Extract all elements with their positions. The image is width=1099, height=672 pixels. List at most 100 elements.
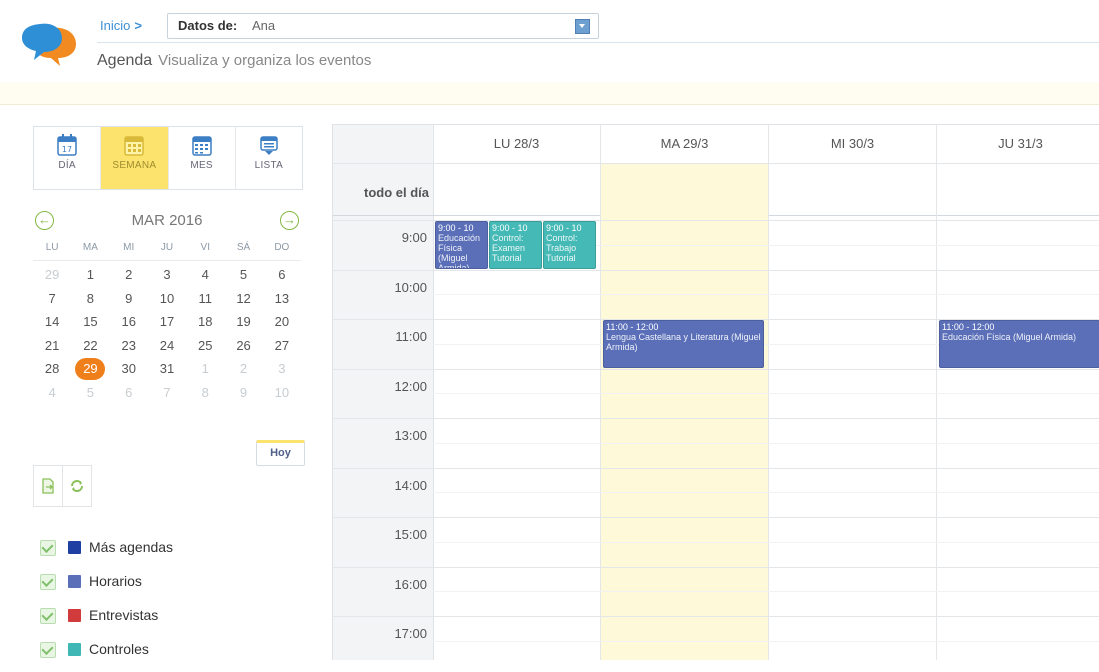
legend-checkbox[interactable] [40, 642, 56, 658]
breadcrumb-home-label[interactable]: Inicio [100, 18, 130, 33]
event-time: 9:00 - 10 [492, 223, 528, 233]
mini-calendar-day[interactable]: 15 [71, 310, 109, 334]
view-day-button[interactable]: 17 DÍA [34, 127, 102, 189]
mini-calendar-day[interactable]: 13 [263, 287, 301, 311]
today-button[interactable]: Hoy [256, 440, 305, 466]
mini-calendar-day[interactable]: 1 [186, 357, 224, 381]
mini-calendar-day[interactable]: 5 [71, 381, 109, 405]
page-heading: Agenda Visualiza y organiza los eventos [97, 52, 371, 70]
export-button[interactable] [33, 465, 63, 507]
hour-label: 10:00 [394, 279, 427, 295]
mini-calendar-day[interactable]: 27 [263, 334, 301, 358]
mini-calendar-day[interactable]: 28 [33, 357, 71, 381]
legend-checkbox[interactable] [40, 608, 56, 624]
mini-calendar-day[interactable]: 25 [186, 334, 224, 358]
view-month-button[interactable]: MES [169, 127, 236, 189]
mini-calendar-week: 7 8 9 10 11 12 13 [33, 287, 301, 311]
calendar-event[interactable]: 9:00 - 10 Control: Examen Tutorial [489, 221, 542, 269]
mini-calendar-day[interactable]: 29 [33, 263, 71, 287]
mini-calendar-day[interactable]: 24 [148, 334, 186, 358]
breadcrumb-separator: > [134, 18, 142, 33]
hour-label: 11:00 [395, 329, 427, 344]
weekday-header: LU MA MI JU VI SÁ DO [33, 238, 301, 261]
mini-calendar-day[interactable]: 9 [110, 287, 148, 311]
mini-calendar-day[interactable]: 23 [110, 334, 148, 358]
student-selector[interactable]: Datos de: Ana [167, 13, 599, 39]
refresh-button[interactable] [63, 465, 92, 507]
calendar-event[interactable]: 11:00 - 12:00 Lengua Castellana y Literat… [603, 320, 764, 368]
view-list-button[interactable]: LISTA [236, 127, 302, 189]
mini-calendar-day[interactable]: 12 [224, 287, 262, 311]
all-day-label: todo el día [364, 185, 429, 200]
mini-calendar-day[interactable]: 22 [71, 334, 109, 358]
event-time: 11:00 - 12:00 [942, 322, 995, 332]
day-column-divider [600, 163, 601, 660]
mini-calendar-day[interactable]: 10 [263, 381, 301, 405]
hour-label: 15:00 [394, 527, 427, 542]
mini-calendar-day[interactable]: 17 [148, 310, 186, 334]
mini-calendar-day[interactable]: 8 [71, 287, 109, 311]
view-week-button[interactable]: SEMANA [101, 127, 169, 189]
mini-calendar-day[interactable]: 2 [224, 357, 262, 381]
hour-divider [333, 616, 1099, 617]
weekday-label: MA [82, 242, 98, 253]
calendar-event[interactable]: 9:00 - 10 Control: Trabajo Tutorial [543, 221, 596, 269]
day-column-header[interactable]: LU 28/3 [433, 125, 601, 164]
mini-calendar-day[interactable]: 7 [33, 287, 71, 311]
next-month-arrow-icon[interactable]: → [280, 211, 299, 230]
mini-calendar-day[interactable]: 8 [186, 381, 224, 405]
hour-divider [333, 517, 1099, 518]
mini-calendar-day[interactable]: 19 [224, 310, 262, 334]
mini-calendar-day[interactable]: 1 [71, 263, 109, 287]
calendar-event[interactable]: 9:00 - 10 Educación Física (Miguel Armida… [435, 221, 488, 269]
mini-calendar-day[interactable]: 6 [263, 263, 301, 287]
calendar-event[interactable]: 11:00 - 12:00 Educación Física (Miguel Ar… [939, 320, 1099, 368]
day-column-header[interactable]: MI 30/3 [769, 125, 937, 164]
hour-label: 16:00 [394, 576, 427, 592]
mini-calendar: ← MAR 2016 → LU MA MI JU VI SÁ DO 29 1 2 3 4 5 6 7 8 9 10… [33, 208, 301, 404]
mini-calendar-header: ← MAR 2016 → [33, 208, 301, 238]
legend-label: Más agendas [89, 539, 174, 555]
mini-calendar-day[interactable]: 2 [110, 263, 148, 287]
mini-calendar-day[interactable]: 5 [224, 263, 262, 287]
legend-checkbox[interactable] [40, 540, 56, 556]
mini-calendar-day[interactable]: 30 [110, 357, 148, 381]
mini-calendar-day[interactable]: 29 [71, 357, 109, 381]
event-title: Control: Examen Tutorial [492, 233, 526, 263]
mini-calendar-week: 4 5 6 7 8 9 10 [33, 381, 301, 405]
breadcrumb-home-link[interactable]: Inicio > [100, 18, 142, 33]
mini-calendar-week: 14 15 16 17 18 19 20 [33, 310, 301, 334]
mini-calendar-day[interactable]: 11 [186, 287, 224, 311]
selector-value[interactable]: Ana [252, 18, 275, 33]
mini-calendar-day[interactable]: 4 [186, 263, 224, 287]
mini-calendar-day[interactable]: 4 [33, 381, 71, 405]
mini-calendar-day[interactable]: 21 [33, 334, 71, 358]
export-icon [42, 478, 54, 494]
mini-calendar-day[interactable]: 3 [263, 357, 301, 381]
event-title: Educación Física (Miguel Armida) [942, 332, 1077, 342]
mini-calendar-day[interactable]: 26 [224, 334, 262, 358]
mini-calendar-day[interactable]: 20 [263, 310, 301, 334]
day-column-header[interactable]: MA 29/3 [601, 125, 769, 164]
dropdown-arrow-icon[interactable] [575, 19, 590, 34]
mini-calendar-day[interactable]: 9 [224, 381, 262, 405]
page-subtitle: Visualiza y organiza los eventos [158, 52, 372, 69]
day-column-header[interactable]: JU 31/3 [937, 125, 1099, 164]
legend-checkbox[interactable] [40, 574, 56, 590]
mini-calendar-day[interactable]: 31 [148, 357, 186, 381]
view-switcher: 17 DÍA SEMANA MES LISTA [33, 126, 303, 190]
half-hour-divider [433, 591, 1099, 593]
selector-label: Datos de: [178, 18, 238, 33]
view-day-label: DÍA [58, 160, 76, 171]
mini-calendar-day[interactable]: 3 [148, 263, 186, 287]
today-day-marker[interactable]: 29 [75, 358, 106, 380]
mini-calendar-day[interactable]: 14 [33, 310, 71, 334]
event-time: 9:00 - 10 [438, 223, 474, 233]
mini-calendar-day[interactable]: 7 [148, 381, 186, 405]
mini-calendar-day[interactable]: 6 [110, 381, 148, 405]
breadcrumb: Inicio > Datos de: Ana [97, 10, 1099, 43]
mini-calendar-week: 28 29 30 31 1 2 3 [33, 357, 301, 381]
mini-calendar-day[interactable]: 10 [148, 287, 186, 311]
mini-calendar-day[interactable]: 16 [110, 310, 148, 334]
mini-calendar-day[interactable]: 18 [186, 310, 224, 334]
